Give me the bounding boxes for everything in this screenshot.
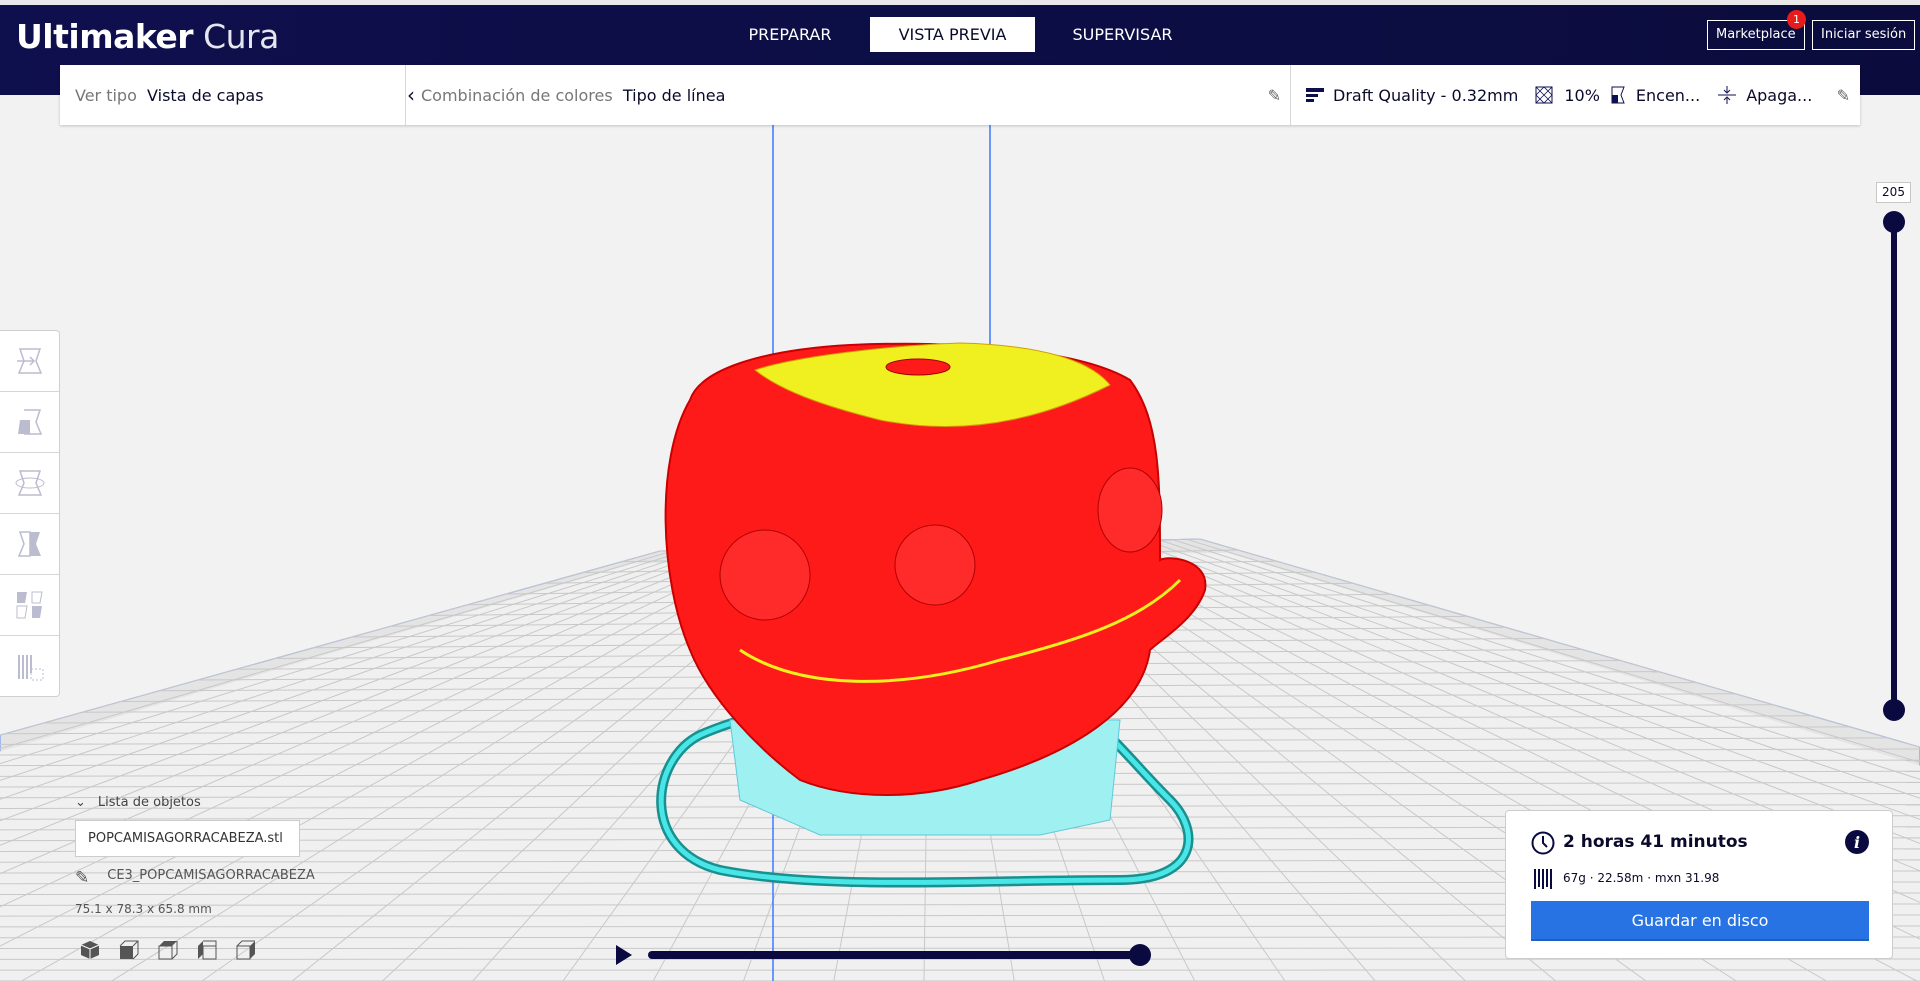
right-view-icon[interactable] [236, 940, 256, 960]
layer-slider[interactable] [1880, 205, 1910, 725]
model-dimensions: 75.1 x 78.3 x 65.8 mm [75, 902, 212, 916]
infill-value: 10% [1564, 85, 1600, 105]
move-icon [16, 348, 42, 374]
tab-preparar[interactable]: PREPARAR [730, 17, 850, 52]
scale-tool-button[interactable] [0, 392, 59, 453]
front-view-icon[interactable] [119, 940, 139, 960]
support-blocker-button[interactable] [0, 636, 59, 697]
object-list-item[interactable]: POPCAMISAGORRACABEZA.stl [75, 820, 300, 857]
support-blocker-icon [17, 654, 43, 680]
svg-text:i: i [1854, 833, 1860, 852]
adhesion-value: Apaga... [1746, 85, 1813, 105]
layer-number-label[interactable]: 205 [1876, 182, 1911, 203]
top-view-icon[interactable] [158, 940, 178, 960]
divider [405, 65, 406, 125]
tab-supervisar[interactable]: SUPERVISAR [1055, 17, 1190, 52]
marketplace-badge: 1 [1787, 10, 1806, 29]
per-model-settings-icon [16, 591, 43, 619]
support-icon [1611, 86, 1625, 104]
3d-view-icon[interactable] [80, 940, 100, 960]
chevron-left-icon[interactable]: ‹ [407, 83, 415, 107]
filament-icon [1534, 869, 1552, 889]
tool-sidebar [0, 330, 60, 697]
color-scheme-value: Tipo de línea [622, 85, 726, 105]
rotate-tool-button[interactable] [0, 453, 59, 514]
view-type-value: Vista de capas [147, 85, 264, 105]
print-time: 2 horas 41 minutos [1563, 832, 1748, 852]
app-logo: Ultimaker Cura [16, 17, 279, 56]
quality-icon [1306, 88, 1324, 102]
view-toolbar: Ver tipo Vista de capas ‹ Combinación de… [60, 65, 1860, 125]
job-name: CE3_POPCAMISAGORRACABEZA [107, 868, 315, 883]
sign-in-button[interactable]: Iniciar sesión [1812, 20, 1916, 50]
layer-slider-bottom-handle[interactable] [1883, 699, 1905, 721]
scale-icon [17, 409, 42, 435]
material-usage: 67g · 22.58m · mxn 31.98 [1563, 871, 1720, 885]
color-scheme-label: Combinación de colores [421, 85, 613, 105]
rotate-icon [15, 470, 44, 496]
tab-vista-previa[interactable]: VISTA PREVIA [870, 17, 1035, 52]
clock-icon [1531, 831, 1555, 855]
print-settings-selector[interactable]: Draft Quality - 0.32mm 10% Encen... Apag… [1305, 65, 1850, 125]
support-value: Encen... [1635, 85, 1701, 105]
playback-slider[interactable] [610, 935, 1160, 975]
move-tool-button[interactable] [0, 331, 59, 392]
mirror-tool-button[interactable] [0, 514, 59, 575]
per-model-settings-button[interactable] [0, 575, 59, 636]
pencil-icon[interactable]: ✎ [1268, 86, 1281, 105]
quality-value: Draft Quality - 0.32mm [1333, 85, 1519, 105]
layer-slider-top-handle[interactable] [1883, 211, 1905, 233]
logo-light: Cura [203, 17, 279, 56]
chevron-down-icon: ⌄ [75, 795, 86, 810]
object-list-toggle[interactable]: ⌄ Lista de objetos [75, 795, 201, 810]
pencil-icon[interactable]: ✎ [1837, 86, 1850, 105]
playback-handle[interactable] [1129, 944, 1151, 966]
left-view-icon[interactable] [197, 940, 217, 960]
divider [1290, 65, 1291, 125]
mirror-icon [17, 531, 41, 557]
print-info-panel: 2 horas 41 minutos i 67g · 22.58m · mxn … [1505, 810, 1893, 959]
info-icon[interactable]: i [1844, 829, 1870, 855]
color-scheme-selector[interactable]: Combinación de colores Tipo de línea ✎ [421, 65, 1281, 125]
object-list-title: Lista de objetos [97, 795, 201, 810]
play-icon[interactable] [616, 945, 632, 965]
pencil-icon[interactable]: ✎ [75, 868, 89, 888]
view-type-label: Ver tipo [75, 85, 137, 105]
camera-view-buttons [80, 940, 256, 960]
view-type-selector[interactable]: Ver tipo Vista de capas ‹ [75, 65, 415, 125]
save-to-disk-button[interactable]: Guardar en disco [1531, 901, 1869, 941]
logo-bold: Ultimaker [16, 17, 194, 56]
job-name-row[interactable]: ✎ CE3_POPCAMISAGORRACABEZA [75, 868, 315, 888]
adhesion-icon [1718, 86, 1737, 104]
infill-icon [1535, 86, 1553, 104]
